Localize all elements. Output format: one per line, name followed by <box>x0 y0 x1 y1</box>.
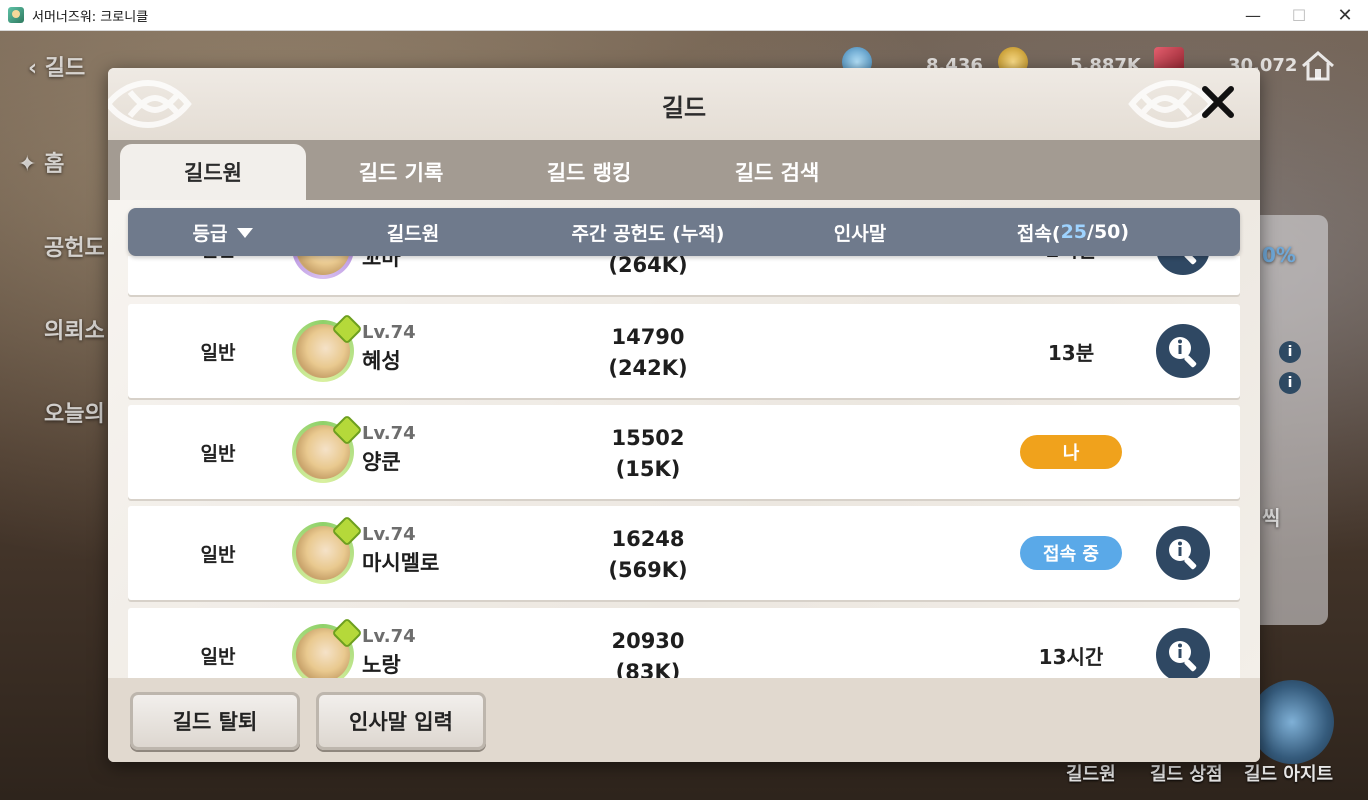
member-level: Lv.74 <box>362 626 416 647</box>
member-name: 양쿤 <box>362 450 401 474</box>
list-item[interactable]: 일반 Lv.74 마시멜로 16248 (569K) 접속 중 <box>128 506 1240 600</box>
dialog-close-button[interactable] <box>1196 80 1240 124</box>
total-contribution: (83K) <box>615 660 681 678</box>
member-grade: 일반 <box>200 543 236 566</box>
info-icon[interactable]: i <box>1279 372 1301 394</box>
column-member: 길드원 <box>386 222 440 245</box>
tab-ranking[interactable]: 길드 랭킹 <box>496 144 682 200</box>
greeting-input-button[interactable]: 인사말 입력 <box>316 692 486 750</box>
table-header: 등급 길드원 주간 공헌도 (누적) 인사말 접속(25/50) <box>128 208 1240 256</box>
info-icon[interactable]: i <box>1279 341 1301 363</box>
window-title: 서머너즈워: 크로니클 <box>32 9 149 25</box>
window-close-button[interactable]: ✕ <box>1322 0 1368 31</box>
magnify-info-icon <box>1169 539 1197 570</box>
list-item[interactable]: 일반 Lv.74 양쿤 15502 (15K) 나 <box>128 405 1240 499</box>
member-list[interactable]: 일반 꼬마 (264K) 2시간 일반 <box>128 256 1240 678</box>
guild-dialog: 길드 길드원 길드 기록 길드 랭킹 길드 검색 등급 길드원 주간 공헌도 (… <box>108 68 1260 762</box>
magnify-info-icon <box>1169 641 1197 672</box>
member-avatar <box>292 313 363 382</box>
member-list-area: 등급 길드원 주간 공헌도 (누적) 인사말 접속(25/50) 일반 꼬마 ( <box>108 200 1260 678</box>
bottom-tab-members[interactable]: 길드원 <box>1066 760 1116 786</box>
member-level: Lv.74 <box>362 423 416 444</box>
inspect-member-button[interactable] <box>1156 324 1210 378</box>
sort-down-icon <box>237 228 254 238</box>
dialog-header: 길드 <box>108 68 1260 140</box>
inspect-member-button[interactable] <box>1156 256 1210 275</box>
me-badge: 나 <box>1020 435 1122 469</box>
leave-guild-button[interactable]: 길드 탈퇴 <box>130 692 300 750</box>
online-count: 25 <box>1060 221 1088 243</box>
last-access: 13시간 <box>1038 644 1104 669</box>
bottom-tab-shop[interactable]: 길드 상점 <box>1150 760 1223 786</box>
back-button[interactable]: ‹ 길드 <box>28 50 85 82</box>
total-contribution: (242K) <box>608 356 688 380</box>
weekly-contribution: 14790 <box>611 325 685 349</box>
weekly-contribution: 15502 <box>611 426 685 450</box>
inspect-member-button[interactable] <box>1156 526 1210 580</box>
list-item[interactable]: 일반 Lv.74 노랑 20930 (83K) 13시간 <box>128 608 1240 678</box>
member-avatar <box>292 414 363 483</box>
member-name: 노랑 <box>362 653 401 677</box>
magnify-info-icon <box>1169 337 1197 368</box>
bottom-tab-hideout[interactable]: 길드 아지트 <box>1244 760 1333 786</box>
member-avatar <box>292 617 363 678</box>
member-avatar <box>292 515 363 584</box>
inspect-member-button[interactable] <box>1156 628 1210 678</box>
list-item[interactable]: 일반 Lv.74 혜성 14790 (242K) 13분 <box>128 304 1240 398</box>
bg-menu-contribution[interactable]: 공헌도 <box>44 230 105 262</box>
member-name: 꼬마 <box>362 256 401 270</box>
total-contribution: (15K) <box>615 457 681 481</box>
chevron-left-icon: ‹ <box>28 56 45 81</box>
column-access: 접속(25/50) <box>1016 221 1130 245</box>
bg-menu-today[interactable]: 오늘의 <box>44 396 105 428</box>
member-name: 혜성 <box>362 349 401 373</box>
maximize-button[interactable]: ☐ <box>1276 0 1322 31</box>
member-grade: 일반 <box>128 256 308 295</box>
bg-side-text: 씩 <box>1262 506 1281 530</box>
minimize-button[interactable]: — <box>1230 0 1276 31</box>
bg-progress-percent: 0% <box>1262 243 1296 267</box>
column-greeting: 인사말 <box>833 222 887 245</box>
guild-emblem-icon[interactable] <box>1250 680 1334 764</box>
home-icon[interactable] <box>1300 50 1336 82</box>
bg-side-panel <box>1258 215 1328 625</box>
bg-menu-home[interactable]: ✦ 홈 <box>18 146 64 178</box>
total-contribution: (264K) <box>608 256 688 277</box>
bg-menu-request[interactable]: 의뢰소 <box>44 313 105 345</box>
member-grade: 일반 <box>200 442 236 465</box>
window-titlebar: 서머너즈워: 크로니클 — ☐ ✕ <box>0 0 1368 31</box>
list-item[interactable]: 일반 꼬마 (264K) 2시간 <box>128 256 1240 295</box>
close-icon <box>1202 86 1234 118</box>
tab-bar: 길드원 길드 기록 길드 랭킹 길드 검색 <box>108 140 1260 200</box>
member-grade: 일반 <box>200 341 236 364</box>
weekly-contribution: 16248 <box>611 527 685 551</box>
grade-sort-button[interactable]: 등급 <box>158 208 288 256</box>
tab-members[interactable]: 길드원 <box>120 144 306 200</box>
member-level: Lv.74 <box>362 322 416 343</box>
dialog-footer: 길드 탈퇴 인사말 입력 <box>108 678 1260 762</box>
dialog-title: 길드 <box>661 94 707 122</box>
last-access: 2시간 <box>1018 256 1124 295</box>
weekly-contribution: 20930 <box>611 629 685 653</box>
last-access: 13분 <box>1047 340 1095 365</box>
tab-records[interactable]: 길드 기록 <box>308 144 494 200</box>
app-icon <box>8 7 24 23</box>
member-name: 마시멜로 <box>362 551 440 575</box>
tab-search[interactable]: 길드 검색 <box>684 144 870 200</box>
total-contribution: (569K) <box>608 558 688 582</box>
column-weekly-contribution: 주간 공헌도 (누적) <box>571 222 725 245</box>
online-badge: 접속 중 <box>1020 536 1122 570</box>
magnify-info-icon <box>1184 256 1197 265</box>
member-level: Lv.74 <box>362 524 416 545</box>
member-grade: 일반 <box>200 645 236 668</box>
